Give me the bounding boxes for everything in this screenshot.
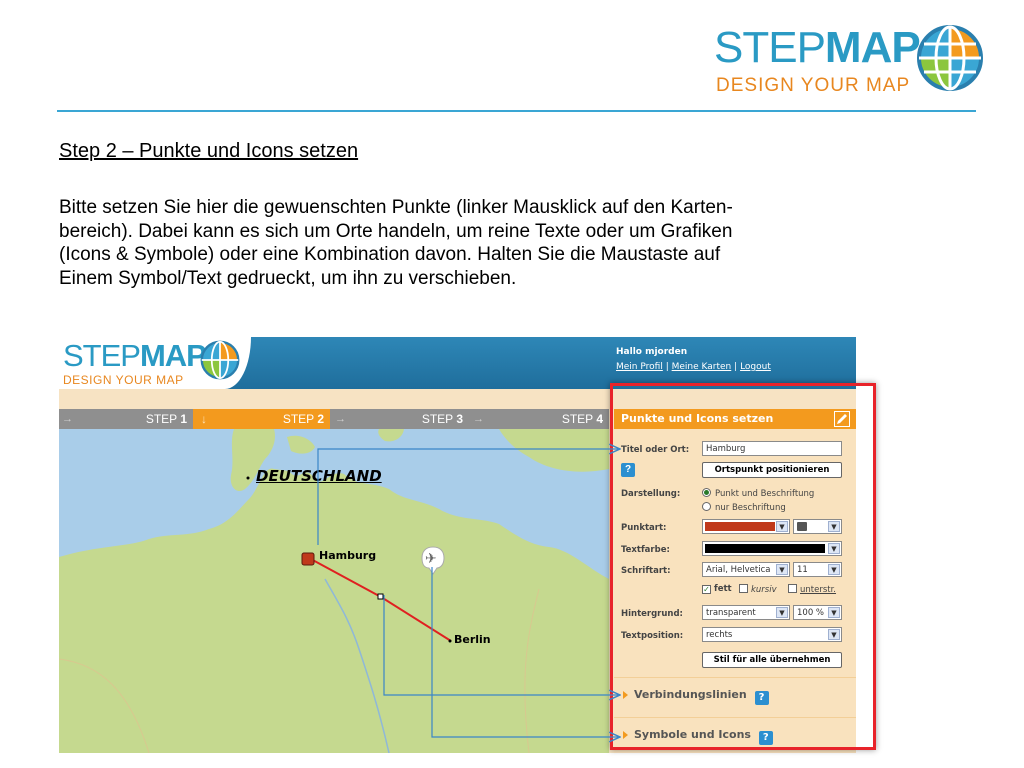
step-tabs: → STEP 1 ↓ STEP 2 → STEP 3 → STEP 4 [59,409,609,429]
tab-step-4[interactable]: STEP 4 [487,409,609,429]
description-line: Bitte setzen Sie hier die gewuenschten P… [59,197,733,218]
map-label-berlin[interactable]: Berlin [454,633,491,646]
link-my-profile[interactable]: Mein Profil [616,362,663,372]
tab-number: 1 [180,412,187,426]
map-label-country[interactable]: DEUTSCHLAND [256,467,382,485]
globe-icon [917,25,983,91]
download-arrow-icon: ↓ [201,412,207,426]
map-label-hamburg[interactable]: Hamburg [319,549,376,562]
tab-step-1[interactable]: STEP 1 [79,409,193,429]
logo-wordmark: STEPMAP [714,23,921,72]
tab-label: STEP [421,412,453,426]
description-line: (Icons & Symbole) oder eine Kombination … [59,244,721,265]
arrow-icon: → [473,413,484,425]
globe-icon [200,340,240,380]
link-separator: | [665,362,669,372]
arrow-icon: → [62,413,73,425]
logo-tagline: DESIGN YOUR MAP [716,75,911,96]
tab-number: 2 [317,412,324,426]
description-line: Einem Symbol/Text gedrueckt, um ihn zu v… [59,267,517,289]
header-divider [57,110,976,112]
user-links: Mein Profil | Meine Karten | Logout [616,362,771,372]
logo-word-map: MAP [824,23,921,72]
logo-word-step: STEP [714,23,826,72]
link-my-maps[interactable]: Meine Karten [672,362,732,372]
tab-number: 3 [456,412,463,426]
tab-step-2[interactable]: ↓ STEP 2 [193,409,330,429]
slide-title: Step 2 – Punkte und Icons setzen [59,140,359,162]
tab-step-3[interactable]: STEP 3 [349,409,469,429]
app-logo-tagline: DESIGN YOUR MAP [63,373,184,387]
highlight-frame [610,383,876,750]
tab-number: 4 [596,412,603,426]
stepmap-logo: STEPMAP DESIGN YOUR MAP [714,24,984,100]
svg-text:✈: ✈ [425,551,437,567]
app-logo-step: STEP [63,338,141,373]
arrow-icon: → [335,413,346,425]
link-separator: | [734,362,738,372]
app-logo-map: MAP [139,338,207,373]
tab-label: STEP [561,412,593,426]
tab-label: STEP [282,412,314,426]
app-logo-wordmark: STEPMAP [63,338,207,373]
user-greeting: Hallo mjorden [616,347,688,357]
description-line: bereich). Dabei kann es sich um Orte han… [59,220,733,242]
link-logout[interactable]: Logout [740,362,771,372]
app-header: STEPMAP DESIGN YOUR MAP Hallo mjorden Me… [59,337,856,389]
app-logo-area: STEPMAP DESIGN YOUR MAP [59,337,251,389]
tab-label: STEP [145,412,177,426]
slide-description: Bitte setzen Sie hier die gewuenschten P… [59,196,879,290]
map-canvas[interactable]: ✈ DEUTSCHLAND Hamburg Berlin [59,429,609,753]
